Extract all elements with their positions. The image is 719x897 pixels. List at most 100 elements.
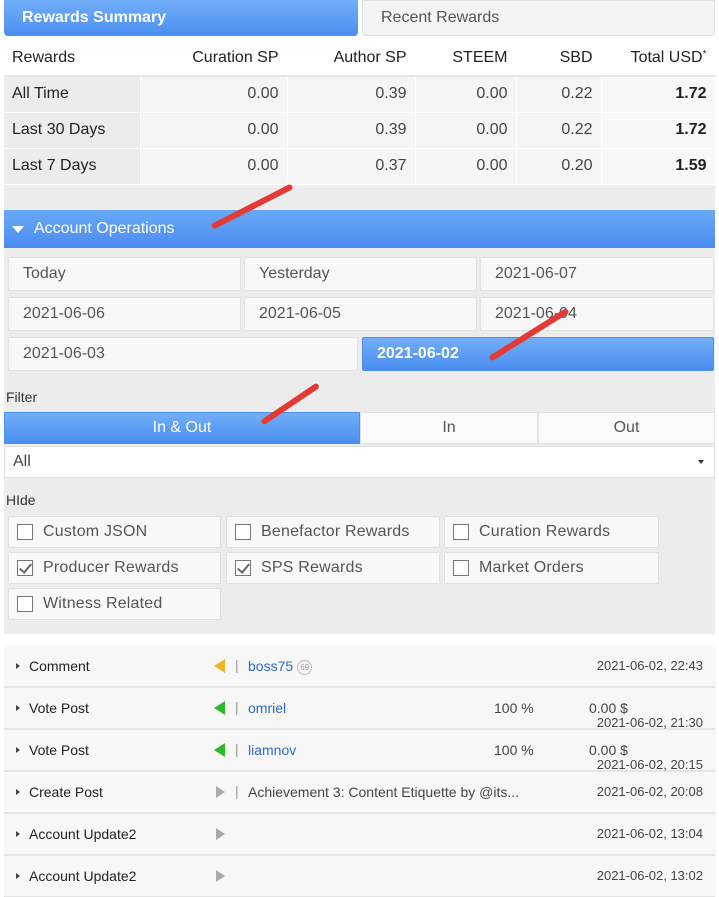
vote-weight: 100 %	[494, 742, 534, 758]
list-item[interactable]: Create Post | Achievement 3: Content Eti…	[4, 772, 715, 814]
checkbox-label: Custom JSON	[43, 523, 148, 540]
user-link[interactable]: omriel	[248, 700, 286, 716]
post-title-link[interactable]: Achievement 3: Content Etiquette by @its…	[248, 784, 519, 800]
tab-recent-rewards[interactable]: Recent Rewards	[362, 0, 715, 36]
table-row: Last 30 Days 0.00 0.39 0.00 0.22 1.72	[4, 112, 716, 149]
timestamp: 2021-06-02, 22:43	[596, 658, 703, 673]
timestamp: 2021-06-02, 20:15	[596, 757, 703, 772]
checkbox-checked-icon	[17, 560, 33, 576]
list-item[interactable]: Vote Post | omriel 100 % 0.00 $ 2021-06-…	[4, 688, 715, 730]
operation-type: Vote Post	[29, 700, 89, 716]
select-value: All	[13, 453, 31, 470]
timestamp: 2021-06-02, 21:30	[596, 715, 703, 730]
operation-type: Account Update2	[29, 826, 137, 842]
day-button-yesterday[interactable]: Yesterday	[244, 257, 477, 291]
hide-sps-rewards-checkbox[interactable]: SPS Rewards	[226, 552, 440, 584]
hide-custom-json-checkbox[interactable]: Custom JSON	[8, 516, 221, 548]
column-header-total-usd: Total USD*	[601, 40, 716, 77]
incoming-arrow-icon	[214, 743, 225, 757]
column-header: SBD	[516, 40, 602, 77]
checkbox-icon	[453, 524, 469, 540]
neutral-arrow-icon	[216, 828, 225, 840]
list-item[interactable]: Comment | boss75 69 2021-06-02, 22:43	[4, 646, 715, 688]
table-row: Last 7 Days 0.00 0.37 0.00 0.20 1.59	[4, 148, 716, 185]
table-cell: 0.00	[140, 148, 288, 185]
hide-benefactor-rewards-checkbox[interactable]: Benefactor Rewards	[226, 516, 440, 548]
separator: |	[235, 741, 239, 757]
checkbox-label: SPS Rewards	[261, 559, 363, 576]
account-operations-header[interactable]: Account Operations	[4, 210, 715, 248]
hide-curation-rewards-checkbox[interactable]: Curation Rewards	[444, 516, 659, 548]
expand-arrow-icon[interactable]	[16, 663, 20, 669]
expand-arrow-icon[interactable]	[16, 831, 20, 837]
table-cell: 0.39	[287, 112, 416, 149]
total-cell: 1.72	[601, 112, 716, 149]
day-button-selected[interactable]: 2021-06-02	[362, 337, 714, 371]
day-button-date[interactable]: 2021-06-07	[480, 257, 714, 291]
user-link[interactable]: boss75 69	[248, 658, 313, 675]
checkbox-label: Market Orders	[479, 559, 584, 576]
rewards-tabs: Rewards Summary Recent Rewards	[4, 0, 715, 36]
rewards-summary-table: Rewards Curation SP Author SP STEEM SBD …	[4, 40, 716, 188]
row-label: Last 30 Days	[4, 112, 141, 149]
day-button-today[interactable]: Today	[8, 257, 241, 291]
day-button-date[interactable]: 2021-06-06	[8, 297, 241, 331]
timestamp: 2021-06-02, 13:04	[596, 826, 703, 841]
filter-out[interactable]: Out	[538, 412, 715, 444]
checkbox-label: Benefactor Rewards	[261, 523, 410, 540]
row-label: Last 7 Days	[4, 148, 141, 185]
vote-value: 0.00 $	[589, 742, 628, 758]
day-button-date[interactable]: 2021-06-04	[480, 297, 714, 331]
operation-type: Account Update2	[29, 868, 137, 884]
vote-value: 0.00 $	[589, 700, 628, 716]
caret-down-icon	[12, 225, 24, 233]
checkbox-icon	[17, 596, 33, 612]
list-item[interactable]: Account Update2 2021-06-02, 13:04	[4, 814, 715, 856]
operation-type-select[interactable]: All	[4, 446, 715, 478]
operation-type: Create Post	[29, 784, 103, 800]
column-header: STEEM	[415, 40, 517, 77]
expand-arrow-icon[interactable]	[16, 789, 20, 795]
table-row: All Time 0.00 0.39 0.00 0.22 1.72	[4, 76, 716, 113]
vote-weight: 100 %	[494, 700, 534, 716]
account-operations-panel: Account Operations Today Yesterday 2021-…	[4, 188, 715, 634]
hide-producer-rewards-checkbox[interactable]: Producer Rewards	[8, 552, 221, 584]
filter-label: Filter	[6, 389, 38, 405]
list-item[interactable]: Vote Post | liamnov 100 % 0.00 $ 2021-06…	[4, 730, 715, 772]
expand-arrow-icon[interactable]	[16, 705, 20, 711]
filter-in-and-out[interactable]: In & Out	[4, 412, 360, 444]
table-cell: 0.00	[140, 76, 288, 113]
table-cell: 0.37	[287, 148, 416, 185]
column-header: Rewards	[4, 40, 141, 77]
day-button-date[interactable]: 2021-06-03	[8, 337, 358, 371]
row-label: All Time	[4, 76, 141, 113]
neutral-arrow-icon	[216, 870, 225, 882]
checkbox-icon	[453, 560, 469, 576]
total-cell: 1.59	[601, 148, 716, 185]
table-cell: 0.00	[415, 76, 517, 113]
operations-list: Comment | boss75 69 2021-06-02, 22:43 Vot…	[4, 646, 715, 897]
reputation-badge: 69	[297, 660, 313, 675]
day-button-date[interactable]: 2021-06-05	[244, 297, 477, 331]
hide-witness-related-checkbox[interactable]: Witness Related	[8, 588, 221, 620]
expand-arrow-icon[interactable]	[16, 873, 20, 879]
table-cell: 0.00	[415, 112, 517, 149]
tab-rewards-summary[interactable]: Rewards Summary	[4, 0, 358, 36]
checkbox-icon	[235, 524, 251, 540]
hide-market-orders-checkbox[interactable]: Market Orders	[444, 552, 659, 584]
table-cell: 0.20	[516, 148, 602, 185]
column-header: Author SP	[287, 40, 416, 77]
user-link[interactable]: liamnov	[248, 742, 296, 758]
separator: |	[235, 657, 239, 673]
filter-in[interactable]: In	[360, 412, 538, 444]
table-cell: 0.22	[516, 112, 602, 149]
checkbox-icon	[17, 524, 33, 540]
incoming-arrow-icon	[214, 701, 225, 715]
operation-type: Comment	[29, 658, 90, 674]
timestamp: 2021-06-02, 13:02	[596, 868, 703, 883]
expand-arrow-icon[interactable]	[16, 747, 20, 753]
hide-label: HIde	[6, 492, 36, 508]
list-item[interactable]: Account Update2 2021-06-02, 13:02	[4, 856, 715, 897]
separator: |	[235, 783, 239, 799]
neutral-arrow-icon	[216, 786, 225, 798]
